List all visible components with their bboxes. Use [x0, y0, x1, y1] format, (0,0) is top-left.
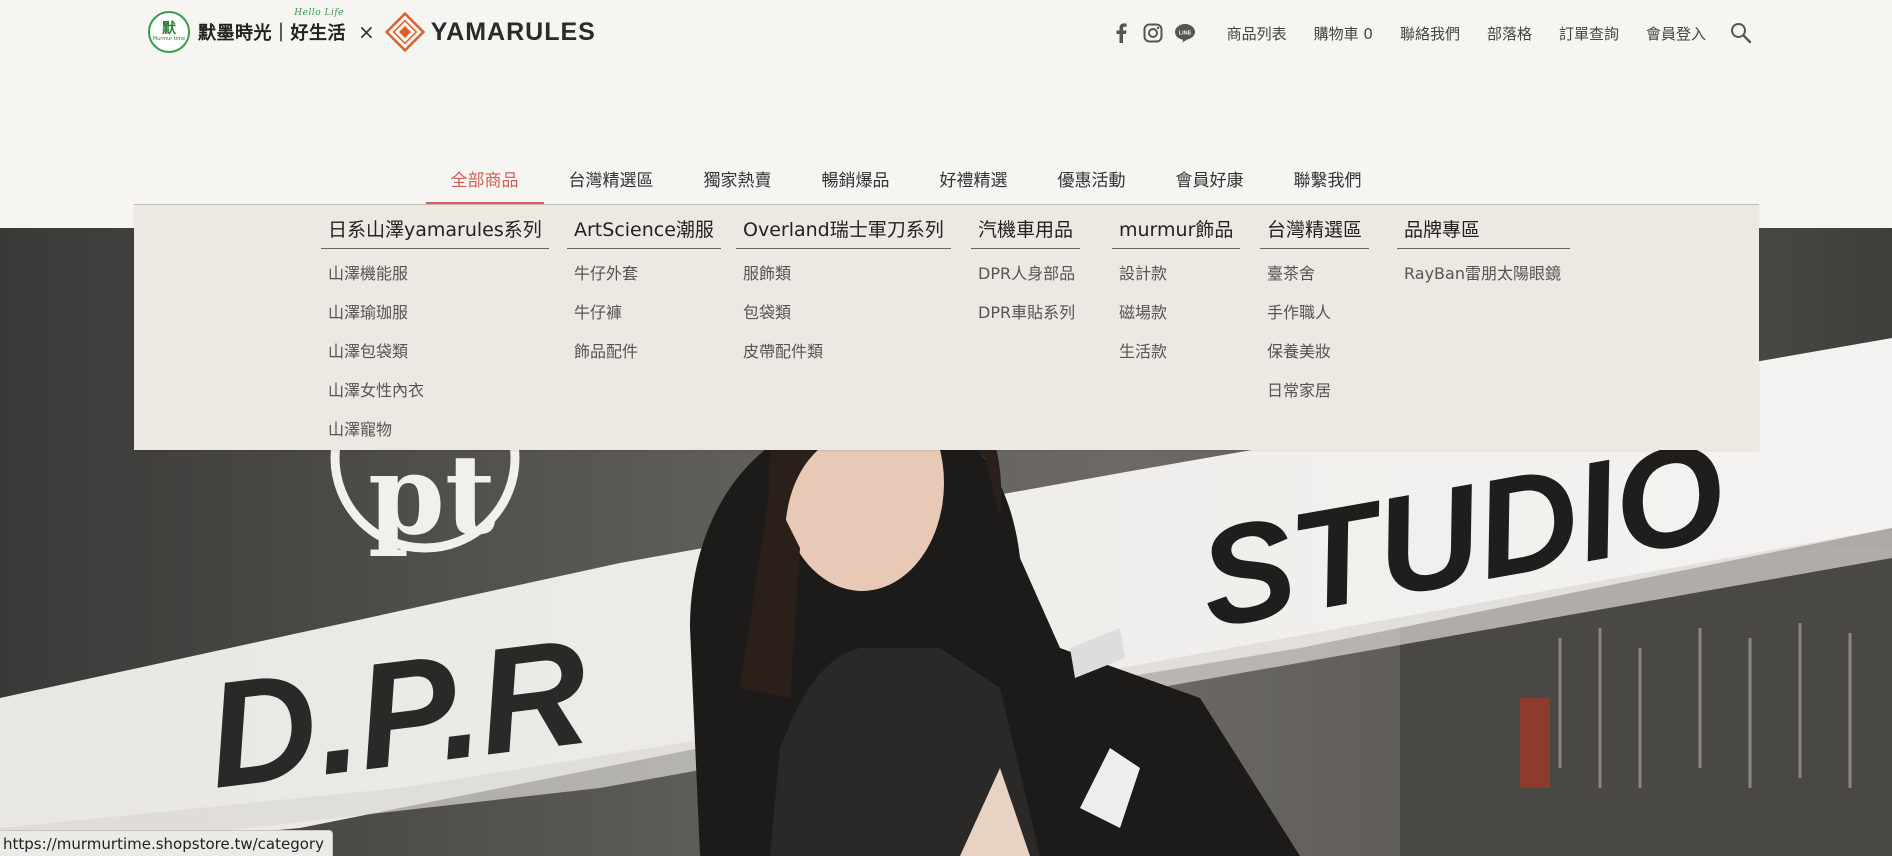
- instagram-icon[interactable]: [1142, 22, 1164, 44]
- brand-hello-text: Hello Life: [294, 8, 344, 18]
- dropdown-column-vehicle: 汽機車用品 DPR人身部品 DPR車貼系列: [971, 215, 1081, 327]
- svg-text:LINE: LINE: [1178, 31, 1191, 37]
- category-vehicle[interactable]: 汽機車用品: [971, 215, 1081, 249]
- tab-best-sellers[interactable]: 暢銷爆品: [797, 162, 915, 204]
- brand-badge-glyph: 默: [162, 21, 176, 37]
- nav-link-contact[interactable]: 聯絡我們: [1400, 23, 1460, 44]
- subcategory-link[interactable]: 山澤寵物: [321, 415, 549, 444]
- top-navigation: LINE 商品列表 購物車 0 聯絡我們 部落格 訂單查詢 會員登入: [1105, 18, 1752, 48]
- subcategory-link[interactable]: 保養美妝: [1260, 337, 1369, 366]
- nav-link-order-lookup[interactable]: 訂單查詢: [1559, 23, 1619, 44]
- category-yamarules[interactable]: 日系山澤yamarules系列: [321, 215, 549, 249]
- subcategory-link[interactable]: 日常家居: [1260, 376, 1369, 405]
- nav-link-member-login[interactable]: 會員登入: [1646, 23, 1706, 44]
- subcategory-link[interactable]: DPR人身部品: [971, 259, 1080, 288]
- partner-name: YAMARULES: [430, 17, 596, 46]
- brand-separator: ×: [358, 20, 375, 44]
- subcategory-link[interactable]: 牛仔褲: [567, 298, 721, 327]
- tab-member-deals[interactable]: 會員好康: [1151, 162, 1269, 204]
- social-links: LINE: [1105, 22, 1201, 44]
- tab-exclusive-hot[interactable]: 獨家熱賣: [679, 162, 797, 204]
- category-overland[interactable]: Overland瑞士軍刀系列: [736, 215, 951, 249]
- subcategory-link[interactable]: RayBan雷朋太陽眼鏡: [1397, 259, 1570, 288]
- search-icon[interactable]: [1730, 22, 1752, 44]
- subcategory-link[interactable]: 山澤機能服: [321, 259, 549, 288]
- subcategory-link[interactable]: 臺茶舍: [1260, 259, 1369, 288]
- subcategory-link[interactable]: 生活款: [1112, 337, 1240, 366]
- subcategory-link[interactable]: 山澤女性內衣: [321, 376, 549, 405]
- subcategory-link[interactable]: 磁場款: [1112, 298, 1240, 327]
- brand-badge-icon: 默 Murmur time: [148, 11, 190, 53]
- tab-all-products[interactable]: 全部商品: [425, 162, 544, 204]
- subcategory-link[interactable]: 設計款: [1112, 259, 1240, 288]
- facebook-icon[interactable]: [1110, 22, 1132, 44]
- all-products-dropdown: 日系山澤yamarules系列 山澤機能服 山澤瑜珈服 山澤包袋類 山澤女性內衣…: [134, 204, 1759, 450]
- subcategory-link[interactable]: 手作職人: [1260, 298, 1369, 327]
- nav-link-blog[interactable]: 部落格: [1487, 23, 1532, 44]
- site-header: 默 Murmur time 默墨時光｜好生活 Hello Life × YAMA…: [0, 0, 1892, 228]
- brand-name-text: 默墨時光｜好生活: [198, 23, 346, 44]
- dropdown-column-murmur: murmur飾品 設計款 磁場款 生活款: [1112, 215, 1241, 366]
- yamarules-logo-icon: [384, 11, 425, 53]
- main-navigation: 全部商品 台灣精選區 獨家熱賣 暢銷爆品 好禮精選 優惠活動 會員好康 聯繫我們: [0, 162, 1892, 204]
- browser-status-url: https://murmurtime.shopstore.tw/category: [0, 830, 333, 856]
- subcategory-link[interactable]: 包袋類: [736, 298, 951, 327]
- category-brands[interactable]: 品牌專區: [1397, 215, 1571, 249]
- dropdown-column-taiwan: 台灣精選區 臺茶舍 手作職人 保養美妝 日常家居: [1260, 215, 1370, 405]
- tab-contact-us[interactable]: 聯繫我們: [1269, 162, 1387, 204]
- nav-link-products[interactable]: 商品列表: [1227, 23, 1287, 44]
- nav-link-cart[interactable]: 購物車 0: [1314, 23, 1373, 44]
- subcategory-link[interactable]: 皮帶配件類: [736, 337, 951, 366]
- dropdown-column-brands: 品牌專區 RayBan雷朋太陽眼鏡: [1397, 215, 1571, 288]
- category-murmur[interactable]: murmur飾品: [1112, 215, 1241, 249]
- subcategory-link[interactable]: 服飾類: [736, 259, 951, 288]
- brand-logo[interactable]: 默 Murmur time 默墨時光｜好生活 Hello Life × YAMA…: [148, 8, 596, 53]
- dropdown-column-yamarules: 日系山澤yamarules系列 山澤機能服 山澤瑜珈服 山澤包袋類 山澤女性內衣…: [321, 215, 549, 444]
- line-icon[interactable]: LINE: [1174, 22, 1196, 44]
- tab-gift-selection[interactable]: 好禮精選: [915, 162, 1033, 204]
- tab-promotions[interactable]: 優惠活動: [1033, 162, 1151, 204]
- category-taiwan[interactable]: 台灣精選區: [1260, 215, 1370, 249]
- category-artscience[interactable]: ArtScience潮服: [567, 215, 721, 249]
- subcategory-link[interactable]: 山澤包袋類: [321, 337, 549, 366]
- dropdown-column-artscience: ArtScience潮服 牛仔外套 牛仔褲 飾品配件: [567, 215, 721, 366]
- subcategory-link[interactable]: 飾品配件: [567, 337, 721, 366]
- brand-name: 默墨時光｜好生活 Hello Life: [198, 8, 346, 45]
- subcategory-link[interactable]: 牛仔外套: [567, 259, 721, 288]
- subcategory-link[interactable]: 山澤瑜珈服: [321, 298, 549, 327]
- subcategory-link[interactable]: DPR車貼系列: [971, 298, 1080, 327]
- main-navigation-tabs: 全部商品 台灣精選區 獨家熱賣 暢銷爆品 好禮精選 優惠活動 會員好康 聯繫我們: [425, 162, 1387, 204]
- tab-taiwan-selection[interactable]: 台灣精選區: [544, 162, 679, 204]
- brand-badge-tagline: Murmur time: [152, 36, 186, 42]
- dropdown-column-overland: Overland瑞士軍刀系列 服飾類 包袋類 皮帶配件類: [736, 215, 951, 366]
